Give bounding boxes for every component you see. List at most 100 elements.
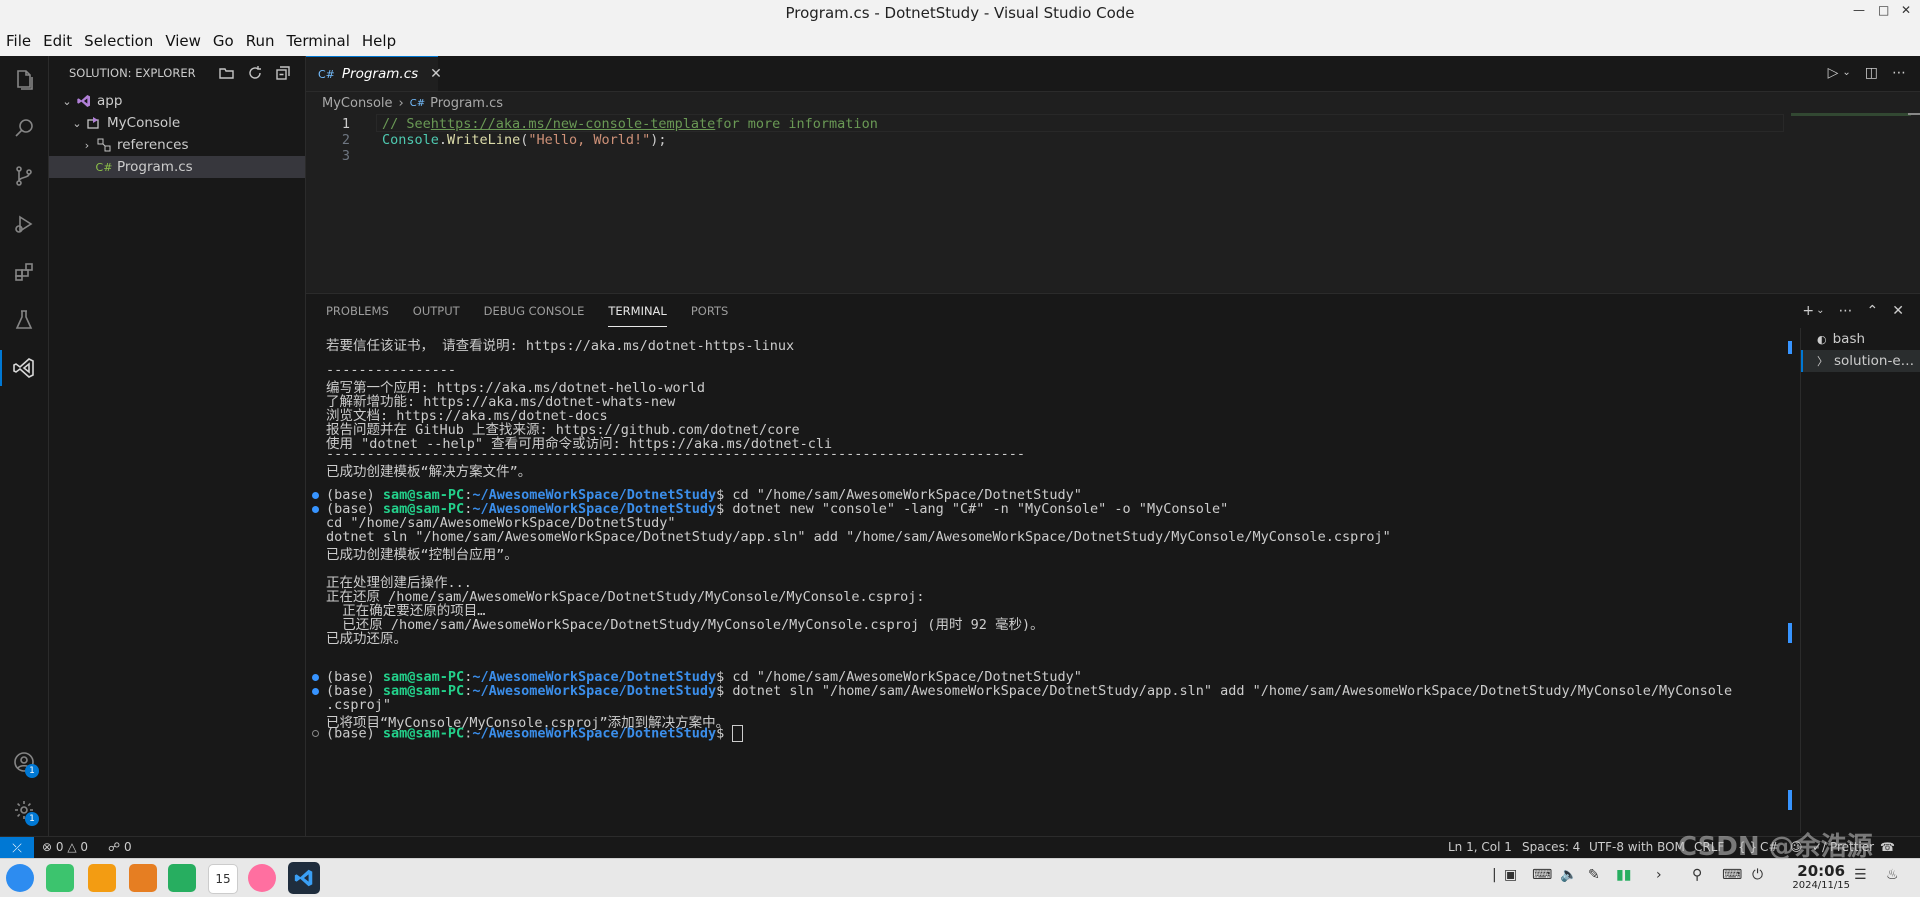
- menu-edit[interactable]: Edit: [37, 32, 78, 50]
- prompt-command: $: [716, 725, 733, 742]
- terminal-line: 已成功创建模板“解决方案文件”。: [326, 464, 532, 480]
- command-decoration-dot[interactable]: [312, 506, 319, 513]
- problems-status[interactable]: ⊗ 0 △ 0: [42, 840, 88, 854]
- tree-item-references[interactable]: › references: [49, 134, 305, 156]
- breadcrumb-folder[interactable]: MyConsole: [322, 96, 393, 111]
- solution-explorer-panel: SOLUTION: EXPLORER ⌄ app ⌄ MyConsole › r…: [49, 56, 306, 836]
- tab-terminal[interactable]: TERMINAL: [608, 296, 667, 327]
- source-control-icon[interactable]: [0, 152, 48, 200]
- tab-output[interactable]: OUTPUT: [413, 296, 460, 326]
- tab-ports[interactable]: PORTS: [691, 296, 728, 326]
- keyboard-icon[interactable]: ⌨: [1532, 867, 1552, 883]
- collapse-all-icon[interactable]: [275, 65, 291, 84]
- chevron-down-icon[interactable]: ⌄: [1816, 305, 1824, 319]
- new-terminal-icon[interactable]: +: [1802, 303, 1814, 319]
- menu-terminal[interactable]: Terminal: [281, 32, 356, 50]
- tab-problems[interactable]: PROBLEMS: [326, 296, 389, 326]
- keyboard-layout-icon[interactable]: ⌨: [1722, 867, 1742, 883]
- terminal-line: 已成功创建模板“控制台应用”。: [326, 547, 518, 563]
- tab-debug-console[interactable]: DEBUG CONSOLE: [484, 296, 585, 326]
- magnifier-icon[interactable]: ⚲: [1692, 867, 1702, 883]
- more-actions-icon[interactable]: ⋯: [1839, 303, 1853, 319]
- manage-gear-icon[interactable]: 1: [0, 786, 48, 834]
- solution-explorer-icon[interactable]: [0, 344, 48, 392]
- search-icon[interactable]: [0, 104, 48, 152]
- clock[interactable]: 20:06 2024/11/15: [1792, 862, 1850, 891]
- run-icon[interactable]: ▷: [1828, 65, 1839, 81]
- terminal-output[interactable]: 若要信任该证书， 请查看说明: https://aka.ms/dotnet-ht…: [306, 334, 1786, 834]
- pen-icon[interactable]: ✎: [1588, 867, 1600, 883]
- close-window-icon[interactable]: ✕: [1901, 3, 1911, 17]
- menu-selection[interactable]: Selection: [78, 32, 159, 50]
- terminal-item-solution-explorer[interactable]: 〉 solution-e…: [1801, 350, 1920, 372]
- tree-item-label: app: [97, 93, 123, 109]
- cursor-position[interactable]: Ln 1, Col 1: [1448, 840, 1512, 854]
- app-store-icon[interactable]: [88, 864, 116, 892]
- breadcrumb: MyConsole › C# Program.cs: [306, 92, 1920, 114]
- open-folder-icon[interactable]: [219, 65, 235, 84]
- prompt-env: (base): [326, 725, 383, 742]
- menu-run[interactable]: Run: [240, 32, 281, 50]
- command-decoration-dot[interactable]: [312, 730, 319, 737]
- file-manager-icon[interactable]: [46, 864, 74, 892]
- music-icon[interactable]: [168, 864, 196, 892]
- tree-item-myconsole[interactable]: ⌄ MyConsole: [49, 112, 305, 134]
- breadcrumb-file[interactable]: Program.cs: [430, 96, 503, 111]
- chevron-down-icon[interactable]: ⌄: [1842, 67, 1850, 81]
- chevron-right-icon: ›: [398, 95, 404, 111]
- encoding[interactable]: UTF-8 with BOM: [1589, 840, 1685, 854]
- minimize-icon[interactable]: —: [1853, 3, 1865, 17]
- notification-center-icon[interactable]: ☰: [1854, 867, 1867, 883]
- accounts-badge: 1: [25, 764, 39, 778]
- settings-app-icon[interactable]: [248, 864, 276, 892]
- calendar-icon[interactable]: 15: [208, 864, 238, 894]
- remote-icon[interactable]: ⤫: [0, 837, 34, 859]
- battery-icon[interactable]: ▮▮: [1616, 867, 1631, 883]
- terminal-item-bash[interactable]: ◐ bash: [1801, 328, 1920, 350]
- minimap[interactable]: [1791, 113, 1911, 116]
- image-viewer-icon[interactable]: [129, 864, 157, 892]
- tree-item-program-cs[interactable]: C# Program.cs: [49, 156, 305, 178]
- run-debug-icon[interactable]: [0, 200, 48, 248]
- menu-view[interactable]: View: [159, 32, 207, 50]
- ports-status[interactable]: ☍ 0: [108, 840, 132, 854]
- chevron-right-icon[interactable]: ›: [1656, 867, 1662, 883]
- close-icon[interactable]: ✕: [430, 66, 442, 82]
- split-editor-icon[interactable]: ◫: [1865, 65, 1878, 81]
- power-icon[interactable]: ⏻: [1752, 867, 1763, 883]
- editor-scrollbar[interactable]: [1908, 113, 1920, 115]
- chevron-right-icon: ›: [84, 138, 90, 152]
- explorer-icon[interactable]: [0, 56, 48, 104]
- refresh-icon[interactable]: [247, 65, 263, 84]
- tree-item-app[interactable]: ⌄ app: [49, 90, 305, 112]
- accounts-icon[interactable]: 1: [0, 738, 48, 786]
- launcher-icon[interactable]: [6, 864, 34, 892]
- error-icon: ⊗: [42, 840, 53, 854]
- terminal-scrollbar[interactable]: [1788, 334, 1792, 834]
- close-panel-icon[interactable]: ✕: [1892, 303, 1904, 319]
- editor-tabs: C# Program.cs ✕ ▷ ⌄ ◫ ⋯: [306, 56, 1920, 92]
- volume-icon[interactable]: 🔈: [1560, 867, 1577, 883]
- menu-go[interactable]: Go: [207, 32, 240, 50]
- code-line[interactable]: 3: [306, 146, 1786, 165]
- command-decoration-dot[interactable]: [312, 674, 319, 681]
- maximize-icon[interactable]: □: [1878, 3, 1889, 17]
- terminal-icon: 〉: [1817, 355, 1828, 368]
- command-decoration-dot[interactable]: [312, 688, 319, 695]
- maximize-panel-icon[interactable]: ⌃: [1867, 303, 1879, 319]
- command-decoration-dot[interactable]: [312, 492, 319, 499]
- taskbar: 15 | ▣ ⌨ 🔈 ✎ ▮▮ › ⚲ ⌨ ⏻ 20:06 2024/11/15…: [0, 858, 1920, 897]
- more-actions-icon[interactable]: ⋯: [1892, 65, 1906, 81]
- notifications-icon[interactable]: ☎: [1880, 840, 1895, 854]
- prompt-user: sam@sam-PC: [382, 683, 465, 699]
- menu-file[interactable]: File: [0, 32, 37, 50]
- vscode-app-icon[interactable]: [288, 862, 320, 894]
- menu-help[interactable]: Help: [356, 32, 402, 50]
- extensions-icon[interactable]: [0, 248, 48, 296]
- bell-icon[interactable]: ♨: [1886, 867, 1899, 883]
- testing-icon[interactable]: [0, 296, 48, 344]
- tab-program-cs[interactable]: C# Program.cs ✕: [306, 56, 442, 91]
- screenshot-tray-icon[interactable]: ▣: [1504, 867, 1517, 883]
- indentation[interactable]: Spaces: 4: [1522, 840, 1580, 854]
- tab-label: Program.cs: [341, 66, 419, 82]
